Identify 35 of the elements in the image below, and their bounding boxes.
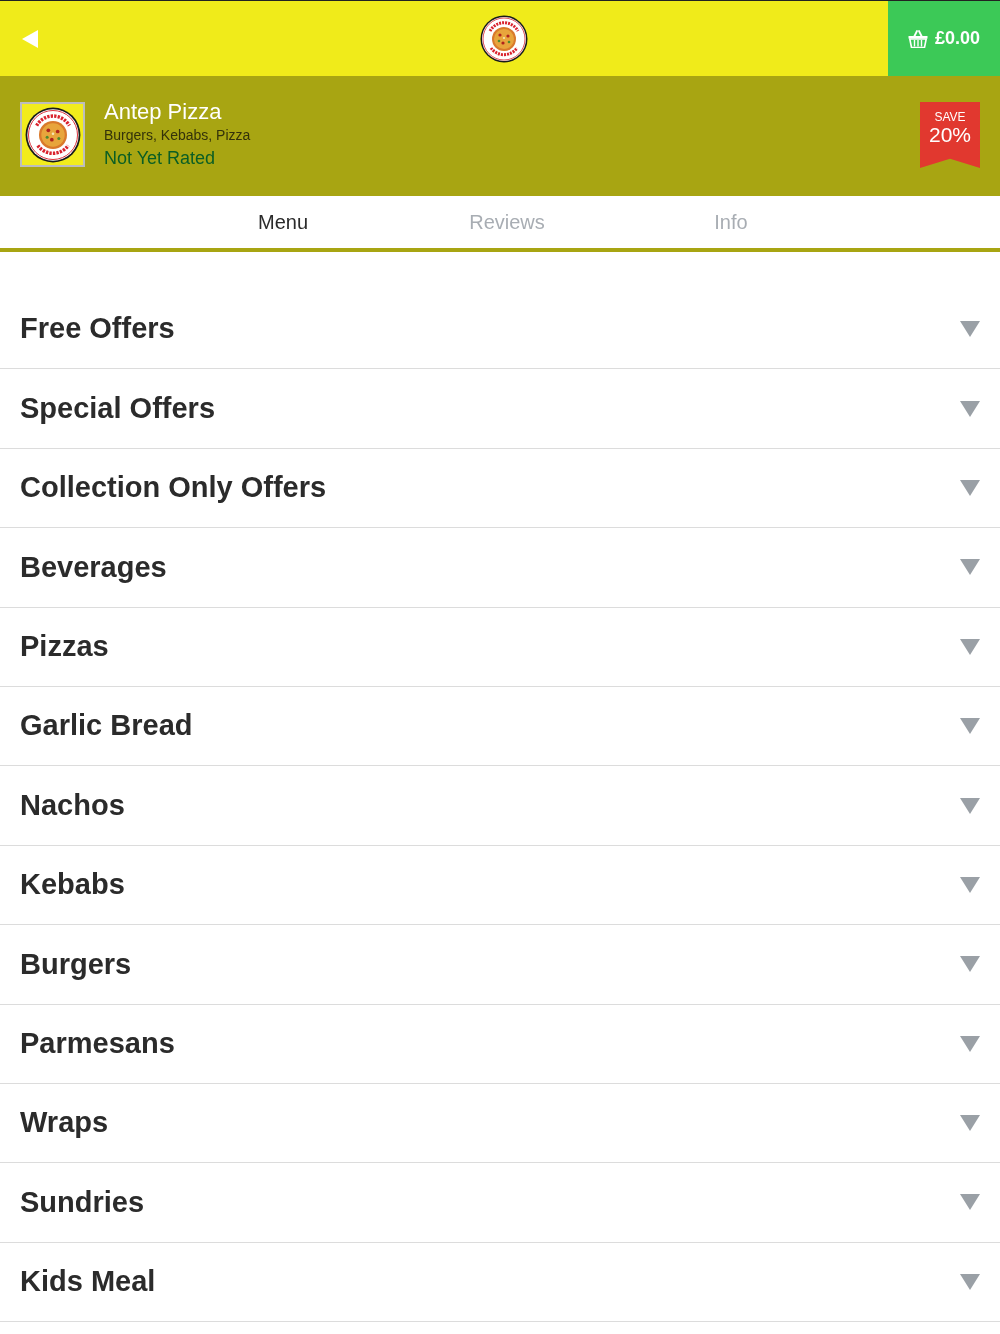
menu-category-row[interactable]: Sundries [0, 1163, 1000, 1243]
category-title: Free Offers [20, 311, 175, 347]
menu-category-row[interactable]: Pizzas [0, 607, 1000, 687]
menu-category-row[interactable]: Nachos [0, 766, 1000, 846]
category-title: Parmesans [20, 1025, 175, 1061]
category-title: Sundries [20, 1184, 145, 1220]
menu-category-row[interactable]: Free Offers [0, 290, 1000, 370]
menu-category-row[interactable]: Wraps [0, 1083, 1000, 1164]
menu-category-row[interactable]: Kebabs [0, 845, 1000, 926]
pizza-logo-icon [480, 14, 528, 63]
save-percent: 20% [929, 124, 971, 146]
category-title: Special Offers [20, 390, 216, 426]
menu-category-row[interactable]: Burgers [0, 925, 1000, 1005]
category-title: Garlic Bread [20, 708, 193, 744]
restaurant-name: Antep Pizza [104, 98, 223, 126]
category-title: Wraps [20, 1105, 109, 1141]
category-title: Kebabs [20, 867, 125, 903]
menu-category-row[interactable]: Beverages [0, 528, 1000, 608]
rating-text: Not Yet Rated [104, 147, 217, 170]
back-arrow-icon [22, 29, 38, 48]
cuisine-list: Burgers, Kebabs, Pizza [104, 126, 251, 144]
menu-category-row[interactable]: Collection Only Offers [0, 448, 1000, 529]
tab[interactable]: Menu [171, 202, 395, 242]
menu-category-row[interactable]: Parmesans [0, 1004, 1000, 1084]
category-title: Pizzas [20, 629, 109, 664]
category-title: Nachos [20, 787, 125, 823]
category-title: Collection Only Offers [20, 470, 327, 506]
menu-category-row[interactable]: Special Offers [0, 369, 1000, 449]
category-title: Beverages [20, 549, 167, 585]
menu-category-row[interactable]: Garlic Bread [0, 686, 1000, 767]
menu-category-row[interactable]: Kids Meal [0, 1242, 1000, 1323]
save-label: SAVE [934, 111, 966, 124]
basket-icon [907, 29, 928, 48]
category-title: Kids Meal [20, 1264, 156, 1300]
category-title: Burgers [20, 946, 132, 982]
